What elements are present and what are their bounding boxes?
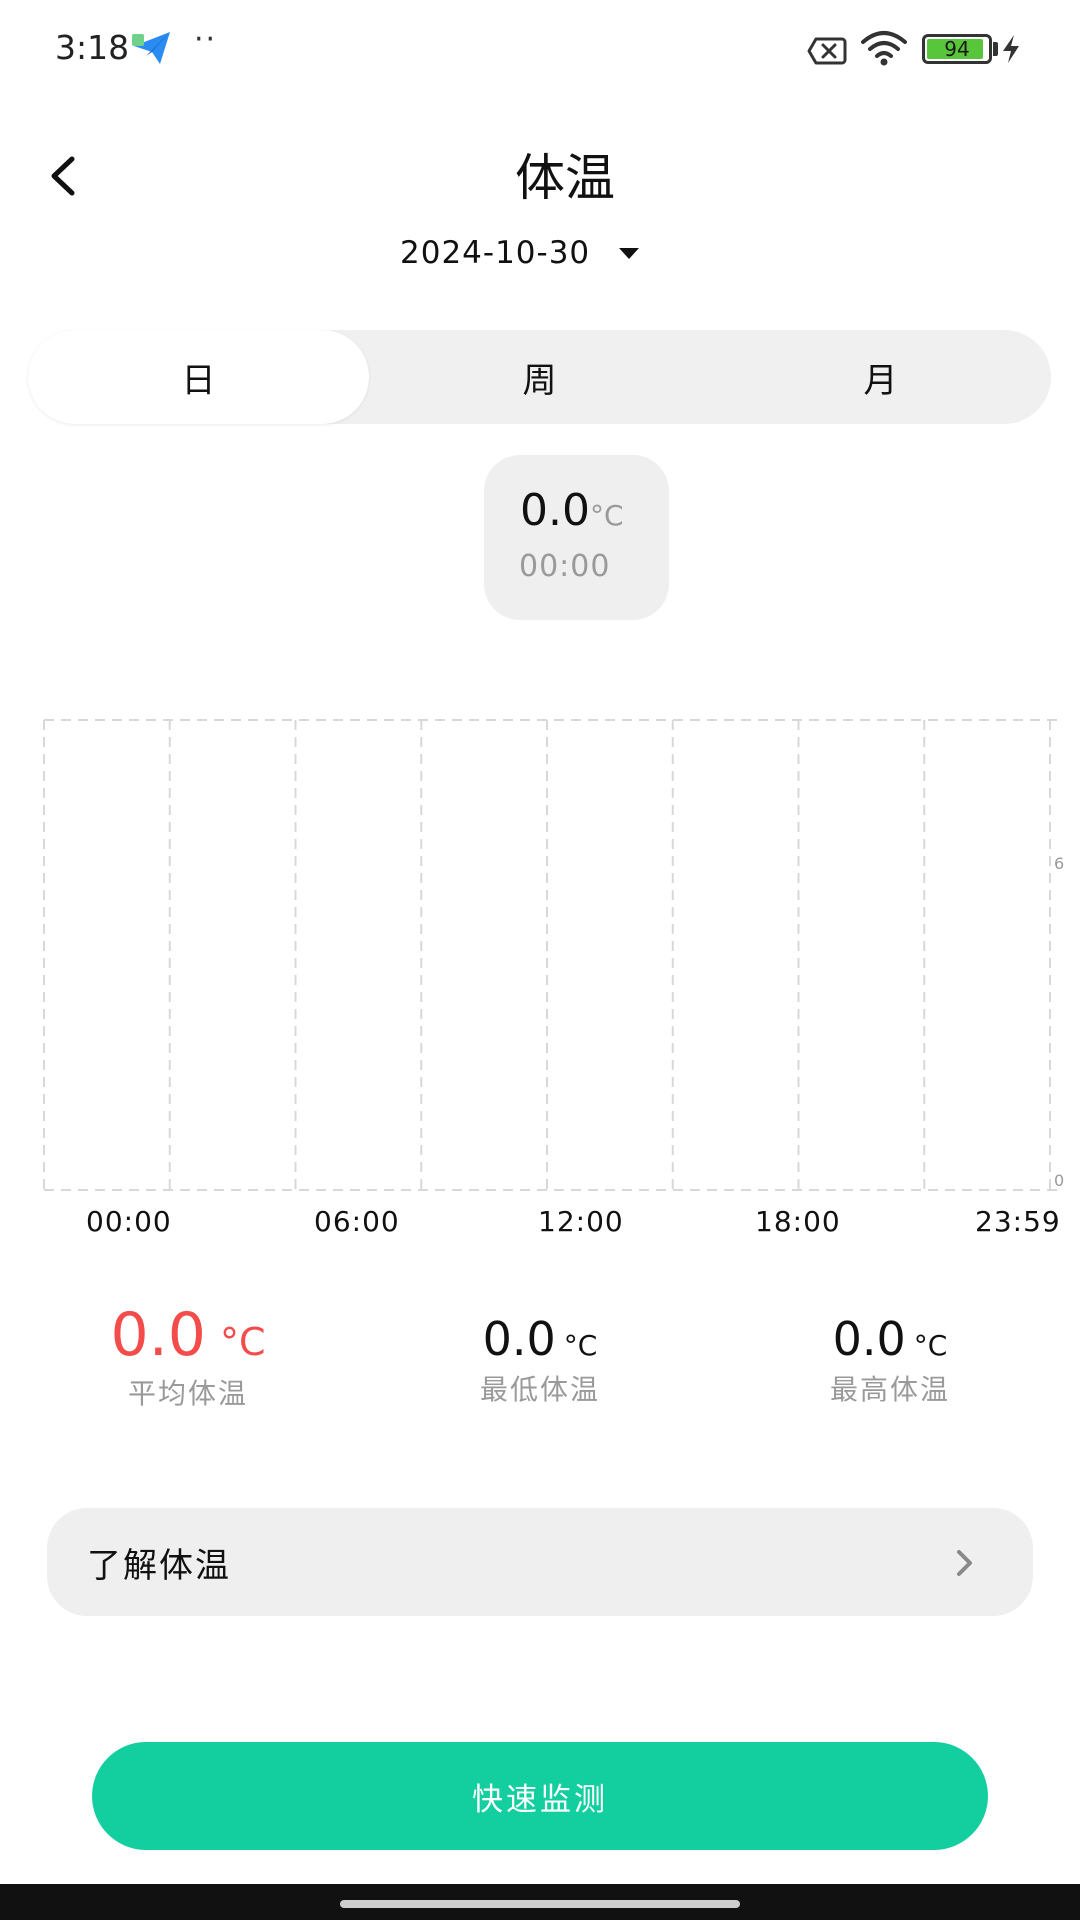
date-picker[interactable]: 2024-10-30 — [400, 228, 640, 278]
stat-average-value: 0.0 — [110, 1300, 206, 1370]
paper-plane-icon — [132, 32, 170, 64]
stat-min: 0.0 °C 最低体温 — [440, 1312, 640, 1408]
quick-measure-label: 快速监测 — [472, 1781, 608, 1818]
period-tabs: 日 周 月 — [28, 330, 1051, 424]
tab-week[interactable]: 周 — [369, 330, 710, 424]
stat-max-value: 0.0 — [832, 1312, 906, 1366]
quick-measure-button[interactable]: 快速监测 — [92, 1742, 988, 1850]
x-tick-label: 23:59 — [975, 1205, 1061, 1238]
stat-average-value-line: 0.0 °C — [88, 1300, 288, 1370]
wifi-icon — [861, 31, 907, 66]
y-tick-label: 6 — [1054, 854, 1065, 873]
stat-min-label: 最低体温 — [479, 1373, 600, 1406]
stat-min-value: 0.0 — [482, 1312, 556, 1366]
selected-value-card: 0.0°C 00:00 — [484, 455, 669, 620]
stat-max-unit: °C — [913, 1329, 948, 1362]
x-tick-label: 00:00 — [86, 1205, 172, 1238]
battery-level-text: 94 — [944, 37, 970, 61]
charging-icon — [1003, 35, 1019, 63]
sim-off-icon — [807, 37, 847, 65]
stat-min-value-line: 0.0 °C — [440, 1312, 640, 1366]
home-indicator[interactable] — [340, 1900, 740, 1908]
stat-max: 0.0 °C 最高体温 — [790, 1312, 990, 1408]
status-time: 3:18 — [55, 28, 130, 67]
x-tick-label: 12:00 — [538, 1205, 624, 1238]
page-title: 体温 — [515, 149, 615, 207]
learn-about-temperature-label: 了解体温 — [87, 1546, 231, 1586]
x-tick-label: 18:00 — [755, 1205, 841, 1238]
selected-value: 0.0 — [520, 485, 590, 536]
x-tick-label: 06:00 — [314, 1205, 400, 1238]
y-tick-label: 0 — [1054, 1171, 1065, 1190]
status-bar: 3:18 ·· 94 — [0, 0, 1080, 100]
chart-plot — [43, 719, 1062, 1191]
status-more-dots: ·· — [194, 22, 218, 57]
stat-average-label: 平均体温 — [127, 1377, 248, 1410]
learn-about-temperature-row[interactable]: 了解体温 — [47, 1508, 1033, 1616]
battery-cap — [993, 42, 998, 56]
stat-average-unit: °C — [219, 1320, 266, 1364]
selected-value-unit: °C — [589, 499, 624, 532]
date-text: 2024-10-30 — [400, 235, 591, 271]
stat-max-value-line: 0.0 °C — [790, 1312, 990, 1366]
tab-day[interactable]: 日 — [28, 330, 369, 424]
chevron-right-icon — [957, 1550, 972, 1576]
tab-month[interactable]: 月 — [710, 330, 1051, 424]
selected-value-line: 0.0°C — [520, 485, 624, 536]
selected-time: 00:00 — [519, 549, 611, 584]
temperature-chart[interactable]: 00:00 06:00 12:00 18:00 23:59 6 0 — [0, 700, 1080, 1260]
stat-min-unit: °C — [563, 1329, 598, 1362]
system-nav-bar — [0, 1884, 1080, 1920]
body-temperature-screen: 3:18 ·· 94 体温 2024-10-30 日 周 月 0.0°C 00:… — [0, 0, 1080, 1920]
caret-down-icon — [619, 248, 640, 259]
stat-max-label: 最高体温 — [829, 1373, 950, 1406]
stat-average: 0.0 °C 平均体温 — [88, 1300, 288, 1412]
